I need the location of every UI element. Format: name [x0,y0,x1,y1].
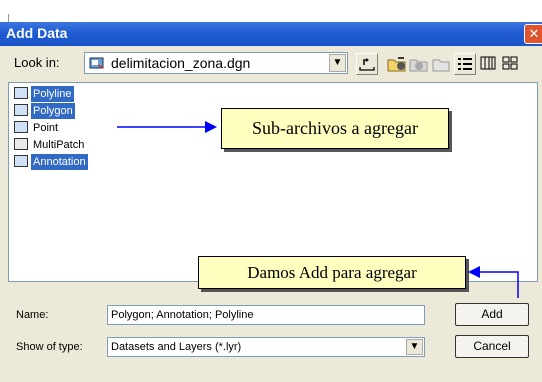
look-in-label: Look in: [14,55,60,70]
pointer-arrow [468,266,519,298]
look-in-value: delimitacion_zona.dgn [111,55,251,71]
new-folder-button[interactable] [430,53,452,75]
list-item-label: Polyline [31,86,74,102]
list-item-label: MultiPatch [33,139,85,151]
name-label: Name: [16,309,49,321]
name-input[interactable]: Polygon; Annotation; Polyline [107,305,425,325]
annotation-callout: Sub-archivos a agregar [221,108,449,149]
list-item-label: Annotation [31,154,88,170]
polygon-icon [14,104,28,116]
chevron-down-icon[interactable]: ▼ [406,339,423,355]
cancel-button[interactable]: Cancel [455,335,529,358]
thumbnails-view-icon [502,56,518,70]
polyline-icon [14,87,28,99]
thumbnails-view-button[interactable] [500,53,522,75]
cad-file-icon [89,57,104,69]
page-top-strip [0,0,542,22]
divider [8,14,9,22]
type-value: Datasets and Layers (*.lyr) [111,341,242,353]
up-folder-button[interactable] [356,53,378,75]
add-data-dialog: Add Data ✕ Look in: delimitacion_zona.dg… [0,0,542,382]
list-item-label: Polygon [31,103,75,119]
pointer-arrow [117,121,217,133]
connect-folder-icon [387,57,406,72]
new-folder-icon [432,59,450,72]
add-button[interactable]: Add [455,303,529,326]
disconnect-folder-button[interactable] [408,53,430,75]
list-view-icon [458,58,472,70]
annotation-callout: Damos Add para agregar [198,256,466,289]
title-bar[interactable]: Add Data ✕ [0,22,542,46]
up-folder-icon [359,58,375,71]
annotation-icon [14,155,28,167]
details-view-button[interactable] [478,53,500,75]
list-item-label: Point [33,122,59,134]
point-icon [14,121,28,133]
list-view-button[interactable] [454,53,476,75]
chevron-down-icon[interactable]: ▼ [329,54,346,72]
multipatch-icon [14,138,28,150]
type-dropdown[interactable]: Datasets and Layers (*.lyr) ▼ [107,337,425,357]
window-title: Add Data [6,25,68,41]
look-in-dropdown[interactable]: delimitacion_zona.dgn ▼ [84,52,348,74]
details-view-icon [480,56,496,70]
type-label: Show of type: [16,341,83,353]
disconnect-folder-icon [409,59,428,72]
close-button[interactable]: ✕ [524,24,542,44]
connect-folder-button[interactable] [386,53,408,75]
